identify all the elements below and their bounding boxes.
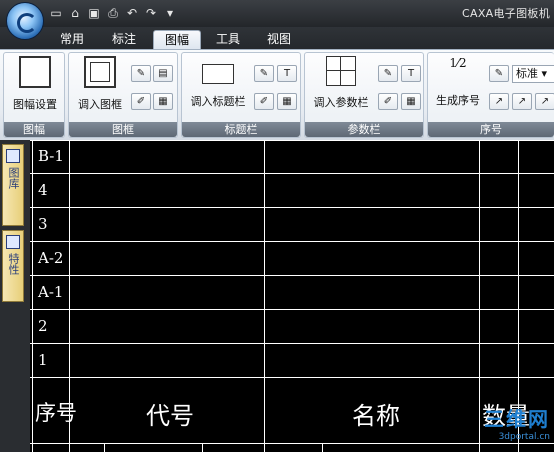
new-icon[interactable]: ▭ <box>48 5 64 21</box>
open-icon[interactable]: ⌂ <box>67 5 83 21</box>
title-block-options-icon[interactable]: ▦ <box>277 93 297 110</box>
fill-frame-icon[interactable]: ✐ <box>131 93 151 110</box>
row-label: A-1 <box>38 283 64 301</box>
group-label-balloon: 序号 <box>428 122 554 137</box>
balloon-style-icon[interactable]: ✎ <box>489 65 509 82</box>
group-parameter-block: 调入参数栏 ✎ T ✐ ▦ 参数栏 <box>304 52 424 138</box>
group-title-block: 调入标题栏 ✎ T ✐ ▦ 标题栏 <box>181 52 301 138</box>
group-frame: 调入图框 ✎ ▤ ✐ ▦ 图框 <box>68 52 178 138</box>
delete-balloon-icon[interactable]: ↗ <box>512 93 532 110</box>
drawing-canvas[interactable]: B-1 4 3 A-2 A-1 2 1 序号 代号 名称 数量 三维网 3dpo… <box>30 140 554 452</box>
undo-icon[interactable]: ↶ <box>124 5 140 21</box>
side-tab-properties-label: 特性 <box>7 253 20 275</box>
header-code: 代号 <box>146 402 194 430</box>
watermark-sub: 3dportal.cn <box>498 432 550 442</box>
row-label: 4 <box>38 181 48 199</box>
side-tab-library[interactable]: 图库 <box>2 144 24 226</box>
group-label-frame: 图框 <box>69 122 177 137</box>
grid-line <box>479 140 480 452</box>
group-label-title-block: 标题栏 <box>182 122 300 137</box>
grid-line <box>30 241 554 242</box>
load-title-block-label: 调入标题栏 <box>190 95 246 108</box>
window-title: CAXA电子图板机 <box>462 7 550 20</box>
balloon-style-select[interactable]: 标准 ▾ <box>512 65 554 83</box>
fill-title-block-icon[interactable]: ✐ <box>254 93 274 110</box>
parameter-block-options-icon[interactable]: ▦ <box>401 93 421 110</box>
grid-line <box>264 140 265 452</box>
customize-qat-icon[interactable]: ▾ <box>162 5 178 21</box>
row-label: B-1 <box>38 147 64 165</box>
library-icon <box>6 149 20 163</box>
header-name: 名称 <box>352 402 400 430</box>
application-menu-button[interactable] <box>6 2 44 40</box>
tab-tools[interactable]: 工具 <box>208 30 248 49</box>
group-balloon: 1⁄2 生成序号 ✎ 标准 ▾ ↗ ↗ ↗ 序号 <box>427 52 554 138</box>
load-frame-button[interactable]: 调入图框 <box>72 56 128 112</box>
group-sheet: 图幅设置 图幅 <box>3 52 65 138</box>
properties-icon <box>6 235 20 249</box>
generate-balloon-button[interactable]: 1⁄2 生成序号 <box>431 56 485 108</box>
print-icon[interactable]: ⎙ <box>105 5 121 21</box>
generate-balloon-label: 生成序号 <box>436 94 480 107</box>
grid-line <box>202 443 203 452</box>
grid-line <box>30 343 554 344</box>
parameter-block-icon <box>326 56 356 86</box>
save-icon[interactable]: ▣ <box>86 5 102 21</box>
title-bar: ▭ ⌂ ▣ ⎙ ↶ ↷ ▾ CAXA电子图板机 <box>0 0 554 40</box>
grid-line <box>322 443 323 452</box>
ribbon-panel: 图幅设置 图幅 调入图框 ✎ ▤ ✐ ▦ 图框 调入标题栏 ✎ T ✐ ▦ 标题… <box>0 49 554 141</box>
grid-line <box>30 275 554 276</box>
tab-common[interactable]: 常用 <box>52 30 92 49</box>
title-block-text-icon[interactable]: T <box>277 65 297 82</box>
watermark-logo: 三维网 3dportal.cn <box>484 403 550 442</box>
grid-line <box>30 207 554 208</box>
side-tab-properties[interactable]: 特性 <box>2 230 24 302</box>
sheet-setup-icon <box>19 56 51 88</box>
watermark-main: 三维网 <box>484 407 550 431</box>
ribbon-tab-row: 常用 标注 图幅 工具 视图 <box>0 27 554 50</box>
grid-line <box>104 443 105 452</box>
sheet-setup-button[interactable]: 图幅设置 <box>8 56 62 112</box>
side-tab-library-label: 图库 <box>7 167 20 189</box>
balloon-icon: 1⁄2 <box>449 56 467 70</box>
grid-line <box>30 140 554 141</box>
tab-sheet[interactable]: 图幅 <box>153 30 201 50</box>
exchange-balloon-icon[interactable]: ↗ <box>535 93 554 110</box>
row-label: 2 <box>38 317 48 335</box>
group-label-sheet: 图幅 <box>4 122 64 137</box>
load-frame-label: 调入图框 <box>78 98 122 111</box>
grid-line <box>30 443 554 444</box>
row-label: A-2 <box>38 249 64 267</box>
row-label: 1 <box>38 351 48 369</box>
edit-parameter-block-icon[interactable]: ✎ <box>378 65 398 82</box>
title-block-icon <box>202 64 234 84</box>
grid-line <box>30 377 554 378</box>
tab-annotate[interactable]: 标注 <box>102 30 146 49</box>
edit-title-block-icon[interactable]: ✎ <box>254 65 274 82</box>
fill-parameter-block-icon[interactable]: ✐ <box>378 93 398 110</box>
insert-balloon-icon[interactable]: ↗ <box>489 93 509 110</box>
save-frame-icon[interactable]: ▤ <box>153 65 173 82</box>
sheet-setup-label: 图幅设置 <box>13 98 57 111</box>
header-seq: 序号 <box>35 401 77 425</box>
load-parameter-block-label: 调入参数栏 <box>313 96 369 109</box>
balloon-style-value: 标准 <box>516 67 538 80</box>
redo-icon[interactable]: ↷ <box>143 5 159 21</box>
grid-line <box>30 173 554 174</box>
load-title-block-button[interactable]: 调入标题栏 <box>185 56 251 109</box>
frame-options-icon[interactable]: ▦ <box>153 93 173 110</box>
load-parameter-block-button[interactable]: 调入参数栏 <box>307 56 375 110</box>
row-label: 3 <box>38 215 48 233</box>
grid-line <box>32 140 33 452</box>
edit-frame-icon[interactable]: ✎ <box>131 65 151 82</box>
group-label-parameter-block: 参数栏 <box>305 122 423 137</box>
quick-access-toolbar: ▭ ⌂ ▣ ⎙ ↶ ↷ ▾ <box>48 4 178 22</box>
tab-view[interactable]: 视图 <box>259 30 299 49</box>
side-panel-bar: 图库 特性 <box>0 140 30 452</box>
frame-icon <box>84 56 116 88</box>
grid-line <box>30 309 554 310</box>
parameter-block-text-icon[interactable]: T <box>401 65 421 82</box>
